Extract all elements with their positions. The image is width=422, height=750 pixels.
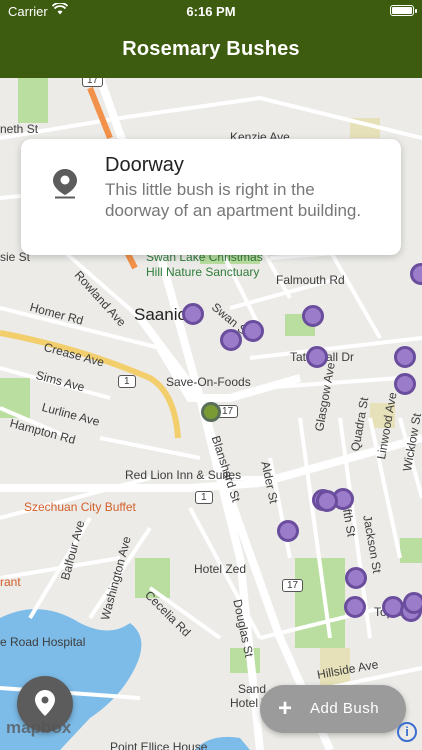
route-shield: 17 xyxy=(282,579,304,592)
bush-pin[interactable] xyxy=(394,373,416,395)
callout-title: Doorway xyxy=(105,154,184,176)
poi-label: rant xyxy=(0,575,21,589)
poi-label: Save-On-Foods xyxy=(166,375,251,389)
status-time: 6:16 PM xyxy=(186,4,236,19)
callout-description: This little bush is right in the doorway… xyxy=(105,180,362,220)
route-shield: 1 xyxy=(195,491,213,504)
bush-pin[interactable] xyxy=(344,596,366,618)
mapbox-logo: mapbox xyxy=(6,718,72,737)
nav-bar: Rosemary Bushes xyxy=(0,22,422,78)
bush-pin[interactable] xyxy=(316,490,338,512)
bush-callout-card[interactable]: Doorway This little bush is right in the… xyxy=(21,139,401,255)
bush-pin[interactable] xyxy=(345,567,367,589)
bush-pin[interactable] xyxy=(306,346,328,368)
bush-pin[interactable] xyxy=(403,592,422,614)
bush-pin[interactable] xyxy=(220,329,242,351)
park-label: Hill Nature Sanctuary xyxy=(146,265,260,279)
add-bush-label: Add Bush xyxy=(310,700,380,717)
location-marker-icon xyxy=(35,690,55,716)
route-shield: 1 xyxy=(118,375,136,388)
status-bar: Carrier 6:16 PM xyxy=(0,0,422,22)
selected-bush-pin[interactable] xyxy=(201,402,221,422)
poi-label: Red Lion Inn & Suites xyxy=(125,468,242,482)
location-pin-icon xyxy=(53,169,77,204)
street-label: neth St xyxy=(0,122,39,136)
bush-pin[interactable] xyxy=(302,305,324,327)
poi-label: Szechuan City Buffet xyxy=(24,500,136,514)
bush-pin[interactable] xyxy=(277,520,299,542)
add-bush-button[interactable]: + Add Bush xyxy=(260,685,406,733)
poi-label: Point Ellice House xyxy=(110,740,208,750)
plus-icon: + xyxy=(278,695,293,722)
battery-icon xyxy=(390,5,417,16)
bush-pin[interactable] xyxy=(394,346,416,368)
poi-label: Hotel Zed xyxy=(194,562,247,576)
page-title: Rosemary Bushes xyxy=(122,38,300,60)
poi-label: Sand xyxy=(238,682,267,696)
street-label: Falmouth Rd xyxy=(276,273,345,287)
bush-pin[interactable] xyxy=(182,303,204,325)
map-info-button[interactable]: i xyxy=(397,722,417,742)
route-shield: 17 xyxy=(82,78,104,87)
poi-label: e Road Hospital xyxy=(0,635,86,649)
bush-pin[interactable] xyxy=(242,320,264,342)
